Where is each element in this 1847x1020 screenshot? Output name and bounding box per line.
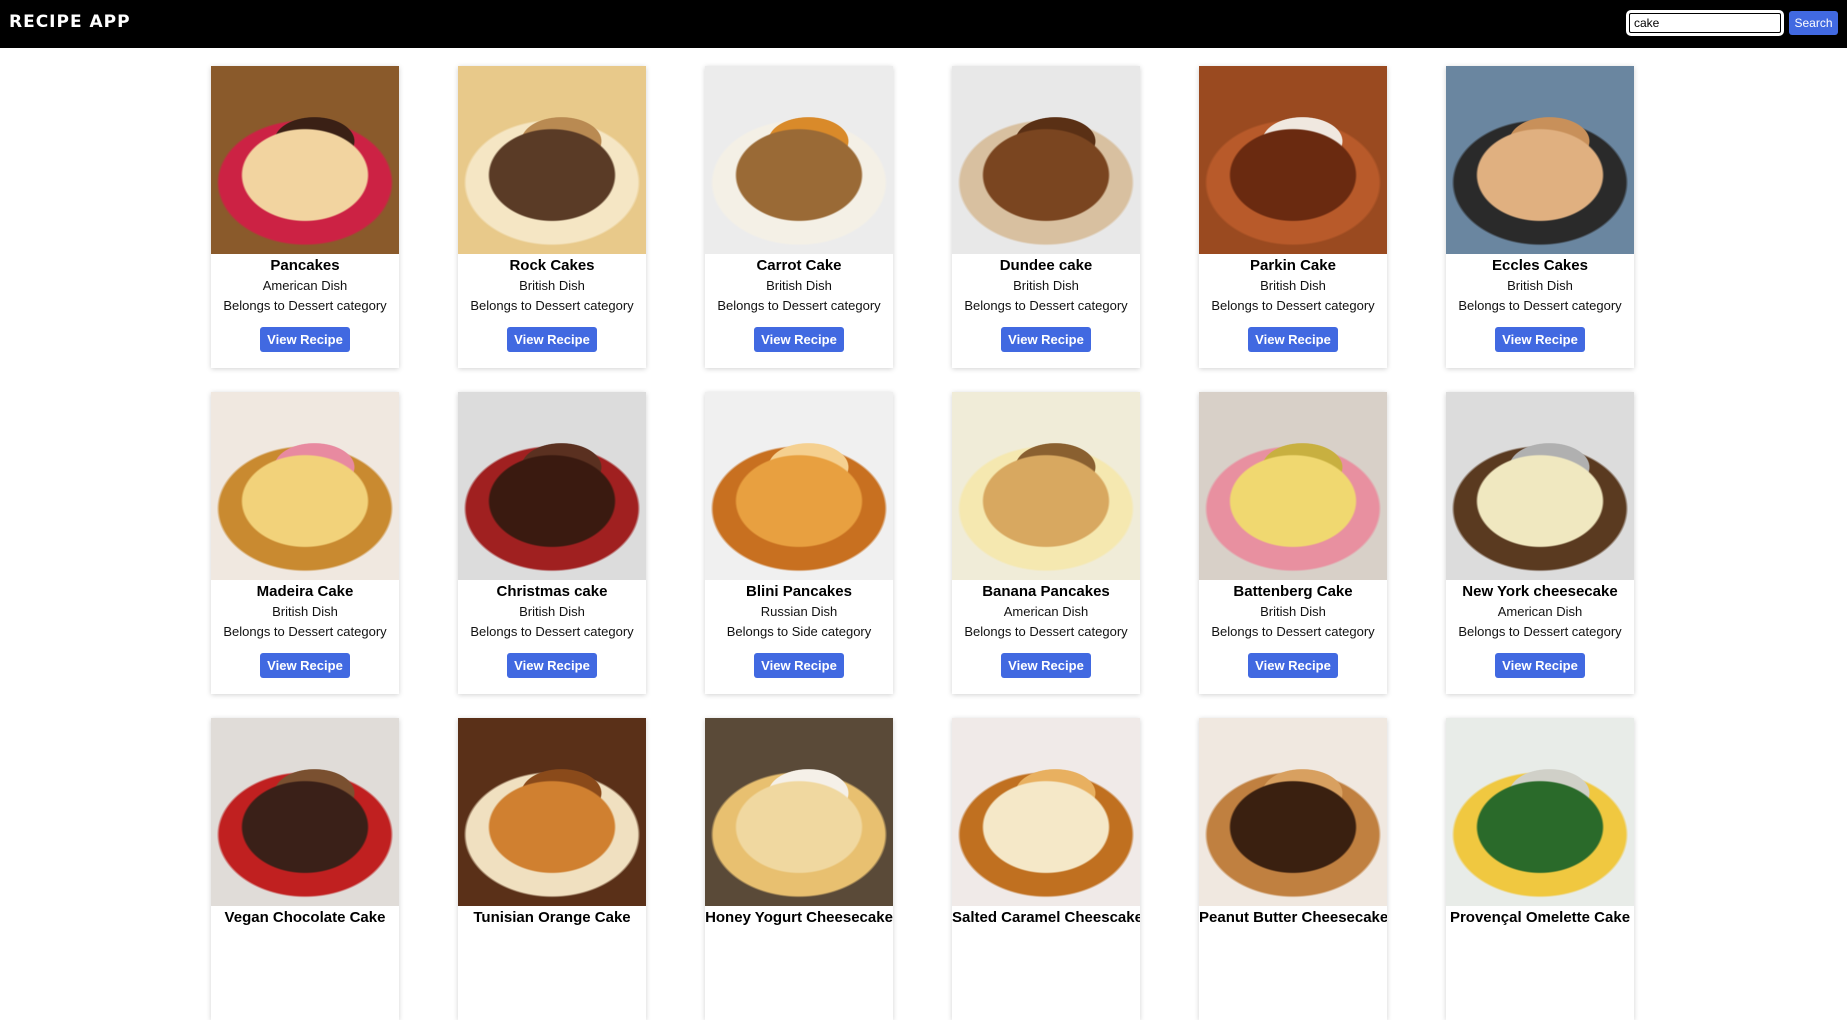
recipe-title: Christmas cake bbox=[496, 583, 608, 600]
recipe-card: Salted Caramel Cheescake bbox=[952, 718, 1140, 1020]
recipe-title: Carrot Cake bbox=[756, 257, 842, 274]
recipe-cuisine: American Dish bbox=[1003, 604, 1089, 619]
view-recipe-button[interactable]: View Recipe bbox=[1248, 653, 1338, 678]
recipe-cuisine: British Dish bbox=[519, 604, 585, 619]
recipe-category: Belongs to Dessert category bbox=[1458, 624, 1622, 639]
view-recipe-button[interactable]: View Recipe bbox=[1001, 653, 1091, 678]
recipe-title: Madeira Cake bbox=[256, 583, 354, 600]
recipe-cuisine: British Dish bbox=[272, 604, 338, 619]
recipe-category: Belongs to Dessert category bbox=[470, 624, 634, 639]
recipe-title: Vegan Chocolate Cake bbox=[224, 909, 386, 926]
recipe-card: Parkin Cake British Dish Belongs to Desser… bbox=[1199, 66, 1387, 368]
recipe-card: Battenberg Cake British Dish Belongs to De… bbox=[1199, 392, 1387, 694]
recipe-cuisine: British Dish bbox=[766, 278, 832, 293]
recipe-image bbox=[952, 718, 1140, 906]
recipe-cuisine: British Dish bbox=[1507, 278, 1573, 293]
view-recipe-button[interactable]: View Recipe bbox=[1001, 327, 1091, 352]
view-recipe-button[interactable]: View Recipe bbox=[754, 653, 844, 678]
recipe-title: Battenberg Cake bbox=[1233, 583, 1353, 600]
search-input[interactable] bbox=[1626, 10, 1784, 36]
recipe-card: Banana Pancakes American Dish Belongs to D… bbox=[952, 392, 1140, 694]
recipe-category: Belongs to Dessert category bbox=[1211, 624, 1375, 639]
recipe-card: Dundee cake British Dish Belongs to Desser… bbox=[952, 66, 1140, 368]
recipe-category: Belongs to Dessert category bbox=[223, 298, 387, 313]
recipe-image bbox=[1199, 392, 1387, 580]
top-navbar: RECIPE APP Search bbox=[0, 0, 1847, 48]
view-recipe-button[interactable]: View Recipe bbox=[1248, 327, 1338, 352]
recipe-title: Dundee cake bbox=[999, 257, 1093, 274]
recipe-card: Rock Cakes British Dish Belongs to Dessert… bbox=[458, 66, 646, 368]
recipe-category: Belongs to Dessert category bbox=[1211, 298, 1375, 313]
recipe-card: Pancakes American Dish Belongs to Dessert … bbox=[211, 66, 399, 368]
recipe-image bbox=[211, 392, 399, 580]
search-button[interactable]: Search bbox=[1789, 11, 1838, 35]
recipe-title: Peanut Butter Cheesecake bbox=[1199, 909, 1387, 926]
recipe-cuisine: British Dish bbox=[1260, 604, 1326, 619]
recipe-image bbox=[1199, 66, 1387, 254]
recipe-card: Madeira Cake British Dish Belongs to Desse… bbox=[211, 392, 399, 694]
recipe-category: Belongs to Dessert category bbox=[964, 298, 1128, 313]
recipe-title: Rock Cakes bbox=[509, 257, 595, 274]
recipe-image bbox=[1199, 718, 1387, 906]
recipe-image bbox=[1446, 66, 1634, 254]
recipe-category: Belongs to Dessert category bbox=[1458, 298, 1622, 313]
recipe-title: New York cheesecake bbox=[1462, 583, 1618, 600]
recipe-category: Belongs to Dessert category bbox=[223, 624, 387, 639]
recipe-image bbox=[458, 66, 646, 254]
recipe-cuisine: British Dish bbox=[1260, 278, 1326, 293]
recipe-card: Vegan Chocolate Cake bbox=[211, 718, 399, 1020]
view-recipe-button[interactable]: View Recipe bbox=[507, 327, 597, 352]
recipe-category: Belongs to Dessert category bbox=[964, 624, 1128, 639]
recipe-title: Eccles Cakes bbox=[1492, 257, 1588, 274]
recipe-cuisine: American Dish bbox=[262, 278, 348, 293]
recipe-image bbox=[705, 392, 893, 580]
recipe-cuisine: British Dish bbox=[519, 278, 585, 293]
recipe-card: Honey Yogurt Cheesecake bbox=[705, 718, 893, 1020]
view-recipe-button[interactable]: View Recipe bbox=[260, 653, 350, 678]
recipe-image bbox=[211, 718, 399, 906]
recipe-card: Blini Pancakes Russian Dish Belongs to Sid… bbox=[705, 392, 893, 694]
recipe-card: Eccles Cakes British Dish Belongs to Desse… bbox=[1446, 66, 1634, 368]
recipe-title: Salted Caramel Cheescake bbox=[952, 909, 1140, 926]
view-recipe-button[interactable]: View Recipe bbox=[1495, 327, 1585, 352]
recipe-image bbox=[952, 392, 1140, 580]
recipe-title: Banana Pancakes bbox=[982, 583, 1110, 600]
recipe-image bbox=[705, 66, 893, 254]
recipe-card: Christmas cake British Dish Belongs to Des… bbox=[458, 392, 646, 694]
recipe-cuisine: American Dish bbox=[1497, 604, 1583, 619]
recipe-title: Pancakes bbox=[270, 257, 340, 274]
recipe-image bbox=[1446, 718, 1634, 906]
recipe-card: Tunisian Orange Cake bbox=[458, 718, 646, 1020]
recipe-title: Provençal Omelette Cake bbox=[1449, 909, 1631, 926]
recipe-card: Provençal Omelette Cake bbox=[1446, 718, 1634, 1020]
view-recipe-button[interactable]: View Recipe bbox=[507, 653, 597, 678]
recipe-category: Belongs to Side category bbox=[726, 624, 872, 639]
recipe-image bbox=[1446, 392, 1634, 580]
recipe-category: Belongs to Dessert category bbox=[717, 298, 881, 313]
recipe-category: Belongs to Dessert category bbox=[470, 298, 634, 313]
view-recipe-button[interactable]: View Recipe bbox=[754, 327, 844, 352]
recipe-image bbox=[211, 66, 399, 254]
recipe-card: Peanut Butter Cheesecake bbox=[1199, 718, 1387, 1020]
view-recipe-button[interactable]: View Recipe bbox=[260, 327, 350, 352]
recipe-title: Honey Yogurt Cheesecake bbox=[705, 909, 893, 926]
recipe-cuisine: Russian Dish bbox=[760, 604, 838, 619]
recipe-title: Blini Pancakes bbox=[746, 583, 852, 600]
recipe-image bbox=[952, 66, 1140, 254]
recipe-grid: Pancakes American Dish Belongs to Dessert … bbox=[211, 66, 1634, 1020]
recipe-cuisine: British Dish bbox=[1013, 278, 1079, 293]
recipe-image bbox=[458, 392, 646, 580]
recipe-title: Tunisian Orange Cake bbox=[473, 909, 631, 926]
app-title: RECIPE APP bbox=[9, 12, 131, 32]
recipe-card: Carrot Cake British Dish Belongs to Desser… bbox=[705, 66, 893, 368]
recipe-title: Parkin Cake bbox=[1250, 257, 1336, 274]
view-recipe-button[interactable]: View Recipe bbox=[1495, 653, 1585, 678]
recipe-image bbox=[458, 718, 646, 906]
recipe-image bbox=[705, 718, 893, 906]
recipe-card: New York cheesecake American Dish Belongs … bbox=[1446, 392, 1634, 694]
